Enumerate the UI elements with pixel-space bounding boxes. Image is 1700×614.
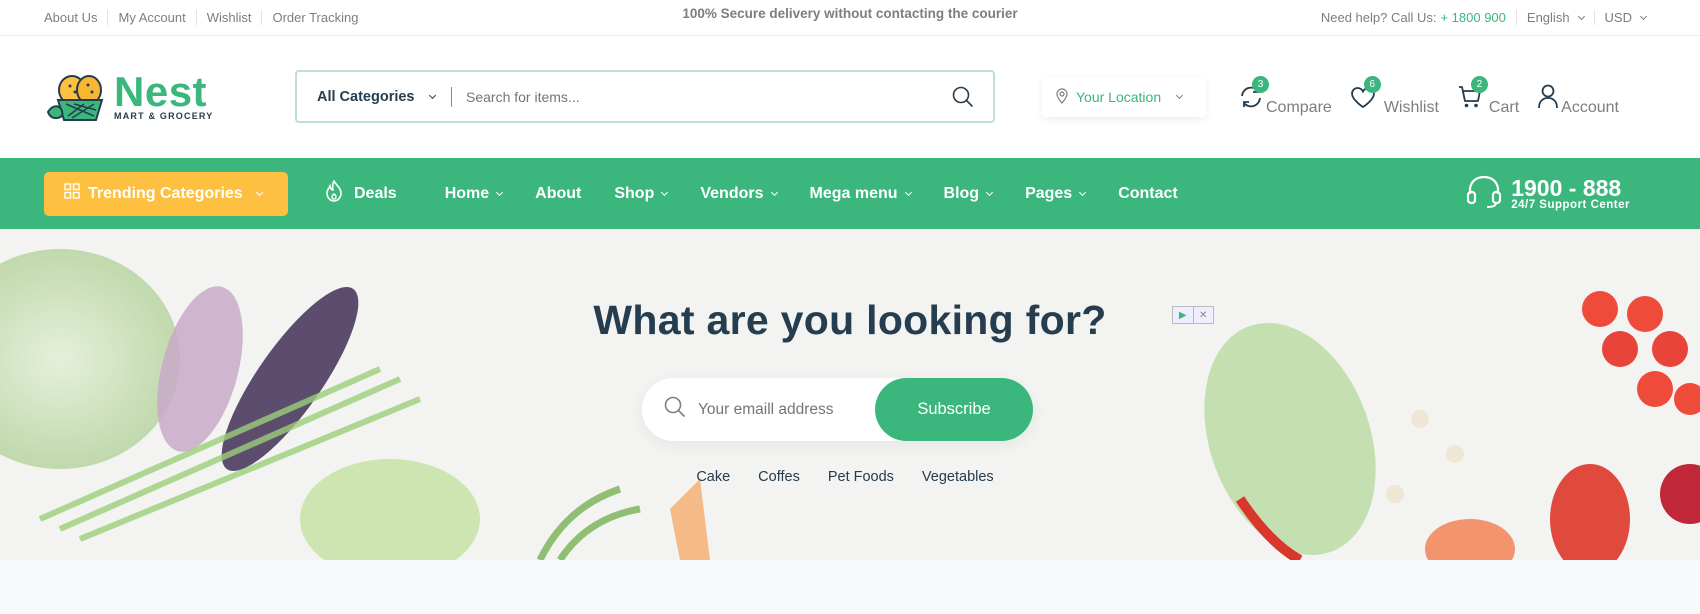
top-link-order-tracking[interactable]: Order Tracking [261, 10, 368, 25]
search-icon[interactable] [933, 86, 993, 108]
popular-tags: Cake Coffes Pet Foods Vegetables [0, 469, 1700, 485]
account-button[interactable]: Account [1537, 84, 1619, 116]
grid-icon [64, 183, 80, 204]
nav-item-home[interactable]: Home [444, 184, 504, 203]
nav-item-label: Blog [943, 184, 980, 202]
logo[interactable]: Nest MART & GROCERY [44, 68, 294, 126]
chevron-down-icon [428, 91, 436, 99]
currency-label: USD [1604, 10, 1632, 25]
nav-item-label: Shop [614, 184, 655, 202]
chevron-down-icon [496, 188, 504, 196]
chevron-down-icon [770, 188, 778, 196]
close-icon[interactable]: ✕ [1192, 307, 1214, 323]
compare-count-badge: 3 [1252, 76, 1269, 93]
wishlist-button[interactable]: 6 Wishlist [1350, 76, 1439, 116]
top-link-about-us[interactable]: About Us [44, 10, 107, 25]
top-bar: About Us My Account Wishlist Order Track… [0, 0, 1700, 36]
location-pin-icon [1056, 87, 1068, 107]
deals-link[interactable]: Deals [324, 179, 397, 207]
cart-count-badge: 2 [1470, 76, 1488, 93]
support-phone: 1900 - 888 [1511, 174, 1622, 201]
tag-coffes[interactable]: Coffes [758, 469, 800, 485]
nav-item-label: Home [444, 184, 490, 202]
help-phone[interactable]: + 1800 900 [1440, 10, 1505, 25]
nav-item-mega-menu[interactable]: Mega menu [809, 184, 912, 203]
wishlist-label: Wishlist [1383, 99, 1439, 116]
user-icon [1537, 84, 1559, 115]
nav-item-label: Pages [1025, 184, 1073, 202]
nav-item-vendors[interactable]: Vendors [700, 184, 778, 203]
tag-pet-foods[interactable]: Pet Foods [828, 469, 894, 485]
top-links: About Us My Account Wishlist Order Track… [44, 10, 368, 25]
wishlist-count-badge: 6 [1363, 76, 1381, 93]
language-select[interactable]: English [1515, 10, 1594, 25]
nav-item-label: About [535, 184, 582, 202]
location-select[interactable]: Your Location [1042, 77, 1206, 117]
support-label: 24/7 Support Center [1511, 198, 1630, 211]
chevron-down-icon [1577, 12, 1585, 20]
account-label: Account [1561, 99, 1619, 116]
search-bar: All Categories [295, 70, 995, 123]
main-nav: Trending Categories Deals Home About Sho… [0, 158, 1700, 229]
category-label: All Categories [317, 88, 415, 105]
top-right: Need help? Call Us: + 1800 900 English US… [1311, 10, 1656, 25]
top-link-wishlist[interactable]: Wishlist [195, 10, 262, 25]
hero-banner: What are you looking for? ▶ ✕ Subscribe … [0, 229, 1700, 560]
deals-label: Deals [354, 184, 397, 202]
nav-item-label: Contact [1118, 184, 1178, 202]
search-icon [664, 396, 686, 423]
header: Nest MART & GROCERY All Categories Your … [0, 36, 1700, 158]
subscribe-button[interactable]: Subscribe [875, 378, 1033, 441]
trending-label: Trending Categories [88, 184, 243, 202]
basket-logo-icon [44, 68, 112, 126]
nav-menu: Home About Shop Vendors Mega menu Blog P… [445, 185, 1178, 203]
headset-icon [1465, 174, 1503, 213]
newsletter-form: Subscribe [642, 378, 1033, 441]
nav-item-label: Vendors [700, 184, 764, 202]
compare-label: Compare [1266, 99, 1332, 116]
chevron-down-icon [904, 188, 912, 196]
top-link-my-account[interactable]: My Account [107, 10, 195, 25]
help-text: Need help? Call Us: + 1800 900 [1311, 10, 1516, 25]
cart-button[interactable]: 2 Cart [1457, 76, 1520, 116]
logo-name: Nest [114, 68, 208, 115]
nav-item-blog[interactable]: Blog [943, 184, 994, 203]
nav-item-about[interactable]: About [535, 185, 581, 203]
chevron-down-icon [1079, 188, 1087, 196]
language-label: English [1526, 10, 1570, 25]
hero-title: What are you looking for? [593, 297, 1107, 343]
search-input[interactable] [452, 88, 933, 105]
chevron-down-icon [1176, 91, 1184, 100]
flame-icon [324, 179, 344, 207]
location-label: Your Location [1076, 89, 1162, 105]
tag-cake[interactable]: Cake [696, 469, 730, 485]
cart-label: Cart [1488, 99, 1520, 116]
logo-tagline: MART & GROCERY [114, 111, 214, 121]
help-label: Need help? Call Us: [1320, 10, 1437, 25]
chevron-down-icon [986, 188, 994, 196]
chevron-down-icon [1639, 12, 1648, 20]
ad-badge: ▶ ✕ [1172, 306, 1214, 324]
nav-item-label: Mega menu [809, 184, 898, 202]
support-contact[interactable]: 1900 - 888 24/7 Support Center [1465, 174, 1630, 213]
currency-select[interactable]: USD [1593, 10, 1656, 25]
trending-categories-button[interactable]: Trending Categories [44, 171, 288, 216]
compare-button[interactable]: 3 Compare [1238, 76, 1332, 116]
tag-vegetables[interactable]: Vegetables [922, 469, 994, 485]
chevron-down-icon [255, 188, 263, 196]
category-select[interactable]: All Categories [297, 86, 452, 107]
ad-play-icon[interactable]: ▶ [1173, 307, 1193, 323]
nav-item-contact[interactable]: Contact [1118, 185, 1178, 203]
chevron-down-icon [661, 188, 669, 196]
nav-item-pages[interactable]: Pages [1025, 184, 1087, 203]
email-field[interactable] [698, 400, 878, 419]
content-area [0, 560, 1700, 614]
nav-item-shop[interactable]: Shop [614, 184, 669, 203]
header-actions: 3 Compare 6 Wishlist 2 Cart Account [1238, 76, 1619, 116]
